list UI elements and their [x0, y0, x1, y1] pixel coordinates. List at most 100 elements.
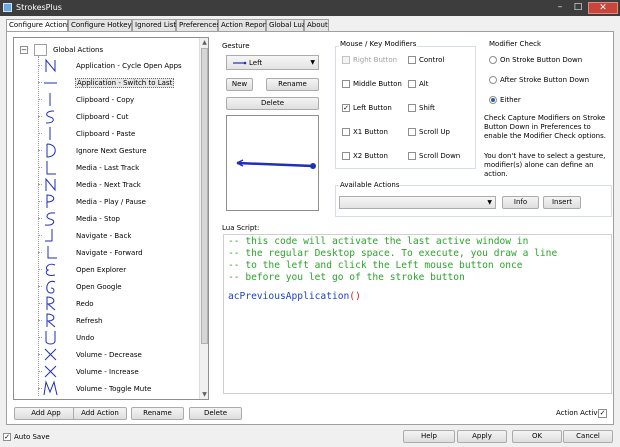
gesture-dropdown[interactable]: Left ▼	[226, 55, 319, 70]
modifier-label: X1 Button	[353, 128, 388, 136]
delete-action-button[interactable]: Delete	[189, 407, 242, 420]
checkbox-box[interactable]	[342, 152, 350, 160]
s-loop-gesture-icon	[45, 110, 55, 124]
info-button[interactable]: Info	[502, 196, 539, 209]
modifier-check-title: Modifier Check	[489, 40, 542, 48]
check-icon[interactable]: ✓	[3, 433, 11, 441]
check-icon[interactable]: ✓	[598, 409, 607, 418]
checkbox-box[interactable]	[408, 80, 416, 88]
tree-item[interactable]: Refresh	[38, 312, 197, 329]
rename-action-button[interactable]: Rename	[131, 407, 184, 420]
tree-item-label: Media - Stop	[76, 215, 120, 223]
lua-comment-line: -- this code will activate the last acti…	[228, 236, 529, 247]
tree-item[interactable]: Media - Next Track	[38, 176, 197, 193]
tree-item[interactable]: Volume - Decrease	[38, 346, 197, 363]
add-app-button[interactable]: Add App	[14, 407, 78, 420]
checkbox-box[interactable]	[342, 128, 350, 136]
e-gesture-icon	[45, 263, 56, 276]
collapse-icon[interactable]: −	[20, 46, 28, 54]
tree-item-label: Application - Cycle Open Apps	[76, 62, 182, 70]
close-button[interactable]: ✕	[588, 2, 618, 14]
blank-gesture-icon	[34, 44, 47, 56]
tree-item[interactable]: Volume - Toggle Mute	[38, 380, 197, 397]
add-action-button[interactable]: Add Action	[73, 407, 127, 420]
tree-item[interactable]: Open Google	[38, 278, 197, 295]
tree-item[interactable]: Clipboard - Cut	[38, 108, 197, 125]
title-bar: StrokesPlus – □ ✕	[0, 0, 620, 16]
dropdown-arrow-icon: ▼	[487, 199, 492, 206]
checkbox-box	[342, 56, 350, 64]
tree-item[interactable]: Navigate - Forward	[38, 244, 197, 261]
modifier-label: Scroll Down	[419, 152, 461, 160]
modifier-label: Control	[419, 56, 445, 64]
tree-item[interactable]: Application - Switch to Last	[38, 74, 197, 91]
checkbox-box[interactable]	[408, 152, 416, 160]
tree-item[interactable]	[42, 397, 197, 399]
check-icon[interactable]: ✓	[342, 104, 350, 112]
radio-label: Either	[500, 96, 521, 104]
modifier-label: Middle Button	[353, 80, 402, 88]
tree-item[interactable]: Clipboard - Paste	[38, 125, 197, 142]
tree-item[interactable]: Application - Cycle Open Apps	[38, 57, 197, 74]
tree-item[interactable]: Volume - Increase	[38, 363, 197, 380]
tree-item-label: Volume - Increase	[76, 368, 139, 376]
lua-script-editor[interactable]: -- this code will activate the last acti…	[223, 234, 612, 394]
tree-item[interactable]: Navigate - Back	[38, 227, 197, 244]
available-actions-dropdown[interactable]: ▼	[339, 196, 496, 209]
tree-item[interactable]: Media - Last Track	[38, 159, 197, 176]
radio-dot-icon[interactable]	[489, 76, 497, 84]
s-gesture-icon	[44, 212, 56, 226]
scroll-down-icon[interactable]: ▼	[200, 390, 208, 399]
rename-gesture-button[interactable]: Rename	[266, 78, 319, 91]
insert-button[interactable]: Insert	[543, 196, 581, 209]
checkbox-box[interactable]	[408, 56, 416, 64]
actions-tree[interactable]: − Global Actions Application - Cycle Ope…	[13, 37, 209, 400]
tree-item-label: Media - Play / Pause	[76, 198, 146, 206]
lua-comment-line: -- before you let go of the stroke butto…	[228, 272, 465, 283]
tree-item-label: Navigate - Back	[76, 232, 132, 240]
tree-item[interactable]: Redo	[38, 295, 197, 312]
apply-button[interactable]: Apply	[457, 430, 507, 443]
tree-item-label: Clipboard - Paste	[76, 130, 136, 138]
p-gesture-icon	[46, 194, 55, 208]
action-active-checkbox[interactable]: Action Active ✓	[556, 409, 607, 418]
tree-item-label: Undo	[76, 334, 95, 342]
n-gesture-icon	[45, 177, 56, 192]
tree-item[interactable]: Media - Stop	[38, 210, 197, 227]
tree-item[interactable]: Media - Play / Pause	[38, 193, 197, 210]
gesture-value: Left	[249, 59, 263, 67]
tree-item-label: Clipboard - Cut	[76, 113, 129, 121]
scroll-thumb[interactable]	[201, 48, 208, 344]
r-gesture-icon	[46, 313, 56, 328]
new-gesture-button[interactable]: New	[226, 78, 253, 91]
checkbox-box[interactable]	[408, 128, 416, 136]
checkbox-box[interactable]	[342, 80, 350, 88]
tree-item[interactable]: Ignore Next Gesture	[38, 142, 197, 159]
help-button[interactable]: Help	[403, 430, 455, 443]
gesture-preview-canvas	[226, 115, 319, 211]
tree-item-label: Volume - Decrease	[76, 351, 142, 359]
cancel-button[interactable]: Cancel	[563, 430, 613, 443]
g-gesture-icon	[46, 280, 56, 294]
dropdown-arrow-icon: ▼	[310, 59, 315, 66]
x-gesture-icon	[44, 348, 57, 361]
minimize-button[interactable]: –	[552, 2, 568, 14]
delete-gesture-button[interactable]: Delete	[226, 97, 319, 110]
tree-item[interactable]: Open Explorer	[38, 261, 197, 278]
bottom-bar: ✓ Auto Save Help Apply OK Cancel	[0, 426, 620, 447]
maximize-button[interactable]: □	[570, 2, 586, 14]
modifier-label: Alt	[419, 80, 429, 88]
tree-item[interactable]: Clipboard - Copy	[38, 91, 197, 108]
ok-button[interactable]: OK	[512, 430, 562, 443]
modifiers-title: Mouse / Key Modifiers	[339, 40, 418, 48]
scroll-up-icon[interactable]: ▲	[200, 38, 208, 47]
tree-item-label: Redo	[76, 300, 94, 308]
radio-dot-icon[interactable]	[489, 56, 497, 64]
radio-dot-icon[interactable]	[489, 96, 497, 104]
checkbox-box[interactable]	[408, 104, 416, 112]
tree-item-label: Open Explorer	[76, 266, 127, 274]
lua-script-label: Lua Script:	[222, 224, 260, 232]
down-left-gesture-icon	[45, 229, 53, 242]
tree-scrollbar[interactable]: ▲ ▼	[199, 38, 208, 399]
tree-item[interactable]: Undo	[38, 329, 197, 346]
